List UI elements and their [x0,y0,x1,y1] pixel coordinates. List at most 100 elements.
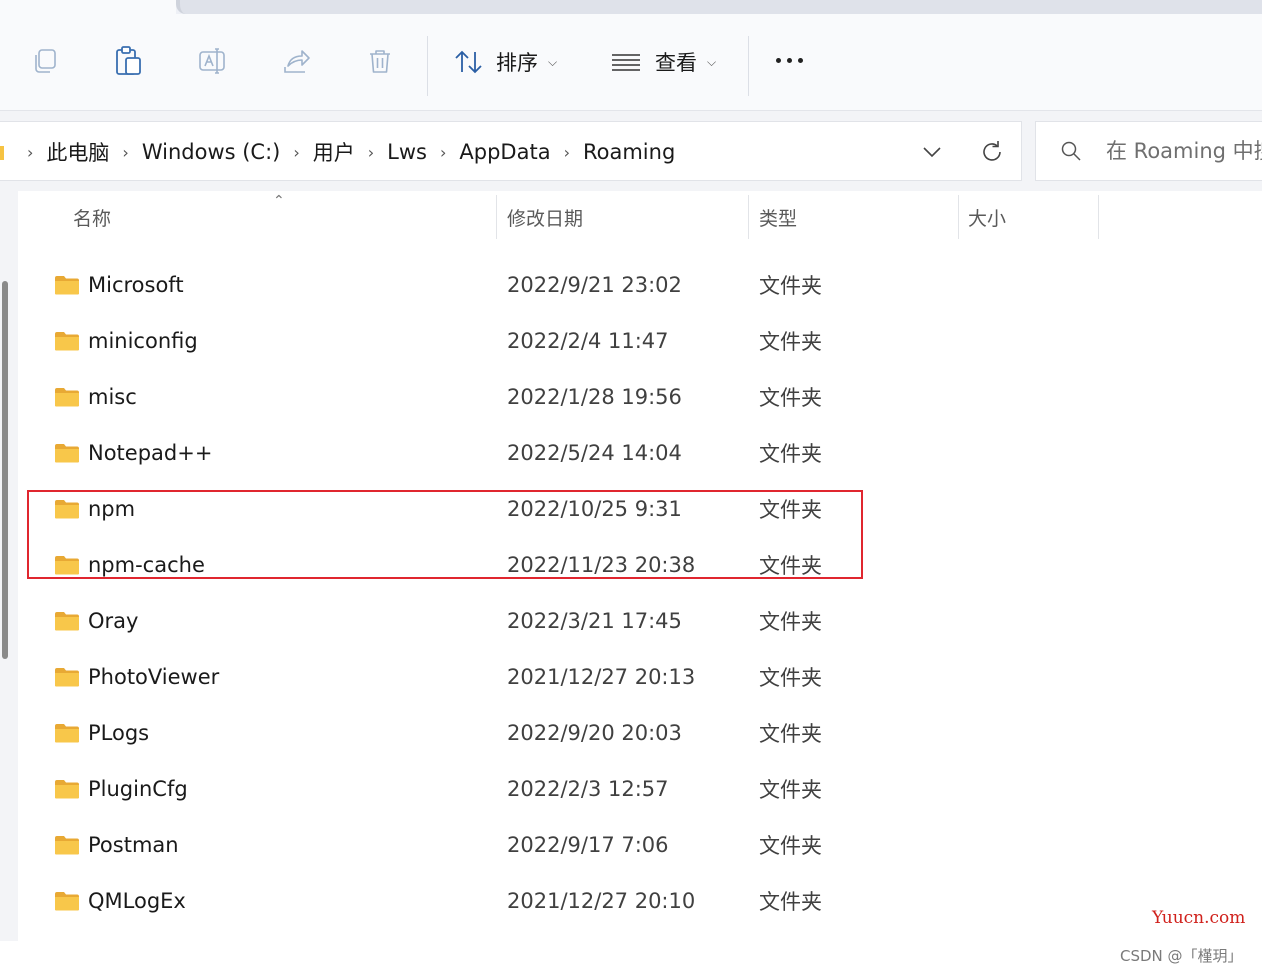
file-row[interactable]: PLogs 2022/9/20 20:03 文件夹 [18,705,1262,761]
file-name: PluginCfg [88,777,188,801]
folder-icon [54,667,80,687]
breadcrumb-appdata[interactable]: AppData [459,140,550,164]
sort-icon [454,48,484,76]
file-modified-date: 2021/12/27 20:13 [507,665,696,689]
file-type: 文件夹 [759,722,822,746]
file-name: PLogs [88,721,150,745]
address-history-chevron-icon[interactable] [918,140,946,164]
breadcrumb-chevron-icon[interactable]: › [27,143,33,162]
scrollbar-thumb[interactable] [2,281,8,659]
column-header-size[interactable]: 大小 [968,191,1006,243]
navigation-pane [0,191,18,941]
view-label: 查看 [655,51,697,75]
column-header-modified[interactable]: 修改日期 [507,191,583,243]
column-header-type[interactable]: 类型 [759,191,797,243]
file-name: Notepad++ [88,441,213,465]
file-name: QMLogEx [88,889,186,913]
share-icon[interactable] [279,44,313,78]
breadcrumb-roaming[interactable]: Roaming [583,140,675,164]
breadcrumb-this-pc[interactable]: 此电脑 [46,137,109,167]
sort-button[interactable]: 排序 ⌵ [454,42,557,82]
search-input[interactable] [1104,138,1262,164]
file-modified-date: 2022/9/17 7:06 [507,833,669,857]
breadcrumb-chevron-icon[interactable]: › [440,143,446,162]
rename-icon[interactable] [195,44,229,78]
column-divider[interactable] [748,195,749,239]
file-row[interactable]: misc 2022/1/28 19:56 文件夹 [18,369,1262,425]
view-list-icon [611,52,641,72]
file-modified-date: 2022/3/21 17:45 [507,609,682,633]
paste-icon[interactable] [111,44,145,78]
file-row[interactable]: Postman 2022/9/17 7:06 文件夹 [18,817,1262,873]
file-row[interactable]: PluginCfg 2022/2/3 12:57 文件夹 [18,761,1262,817]
file-row[interactable]: QMLogEx 2021/12/27 20:10 文件夹 [18,873,1262,929]
file-modified-date: 2022/2/3 12:57 [507,777,669,801]
file-type: 文件夹 [759,330,822,354]
refresh-icon[interactable] [978,138,1006,166]
file-row[interactable]: PhotoViewer 2021/12/27 20:13 文件夹 [18,649,1262,705]
file-type: 文件夹 [759,890,822,914]
view-button[interactable]: 查看 ⌵ [611,42,716,82]
breadcrumb-users[interactable]: 用户 [313,137,355,167]
search-icon [1060,140,1082,162]
file-type: 文件夹 [759,274,822,298]
folder-icon [54,779,80,799]
copy-icon[interactable] [28,44,62,78]
column-divider[interactable] [1098,195,1099,239]
folder-icon [54,723,80,743]
watermark-credit: CSDN @「槿玥」 [1120,947,1243,965]
folder-icon [54,387,80,407]
command-bar: 排序 ⌵ 查看 ⌵ [0,14,1262,111]
file-modified-date: 2022/1/28 19:56 [507,385,682,409]
active-tab[interactable] [0,0,176,14]
column-header-row: 名称 ⌃ 修改日期 类型 大小 [18,191,1262,243]
column-divider[interactable] [496,195,497,239]
watermark-site: Yuucn.com [1152,908,1246,928]
file-modified-date: 2022/9/20 20:03 [507,721,682,745]
file-name: PhotoViewer [88,665,220,689]
folder-icon [54,611,80,631]
folder-icon [54,443,80,463]
folder-icon [54,835,80,855]
file-type: 文件夹 [759,666,822,690]
folder-icon [54,331,80,351]
column-header-name[interactable]: 名称 [73,191,111,243]
breadcrumb-chevron-icon[interactable]: › [122,143,128,162]
file-modified-date: 2022/5/24 14:04 [507,441,682,465]
breadcrumb-chevron-icon[interactable]: › [564,143,570,162]
file-type: 文件夹 [759,610,822,634]
chevron-down-icon: ⌵ [548,54,558,69]
file-list: Microsoft 2022/9/21 23:02 文件夹 miniconfig 202… [18,257,1262,929]
file-type: 文件夹 [759,442,822,466]
file-modified-date: 2022/9/21 23:02 [507,273,682,297]
breadcrumb-chevron-icon[interactable]: › [368,143,374,162]
address-bar[interactable]: › 此电脑 › Windows (C:) › 用户 › Lws › AppDat… [0,121,1022,181]
sort-label: 排序 [496,51,538,75]
folder-icon [0,146,4,160]
column-divider[interactable] [958,195,959,239]
breadcrumb-chevron-icon[interactable]: › [293,143,299,162]
highlight-box [27,490,863,579]
file-modified-date: 2022/2/4 11:47 [507,329,669,353]
file-row[interactable]: Notepad++ 2022/5/24 14:04 文件夹 [18,425,1262,481]
breadcrumb-lws[interactable]: Lws [387,140,427,164]
folder-icon [54,891,80,911]
sort-ascending-icon: ⌃ [273,193,285,209]
file-row[interactable]: Oray 2022/3/21 17:45 文件夹 [18,593,1262,649]
more-options-icon[interactable] [776,58,803,63]
file-name: misc [88,385,137,409]
file-type: 文件夹 [759,386,822,410]
file-modified-date: 2021/12/27 20:10 [507,889,696,913]
delete-icon[interactable] [363,44,397,78]
file-name: Postman [88,833,179,857]
search-box[interactable] [1035,121,1262,181]
file-row[interactable]: miniconfig 2022/2/4 11:47 文件夹 [18,313,1262,369]
file-name: Microsoft [88,273,184,297]
breadcrumb: › 此电脑 › Windows (C:) › 用户 › Lws › AppDat… [14,122,675,182]
folder-icon [54,275,80,295]
file-type: 文件夹 [759,834,822,858]
address-area: › 此电脑 › Windows (C:) › 用户 › Lws › AppDat… [0,111,1262,191]
file-row[interactable]: Microsoft 2022/9/21 23:02 文件夹 [18,257,1262,313]
breadcrumb-drive-c[interactable]: Windows (C:) [142,140,281,164]
toolbar-divider [748,36,749,96]
